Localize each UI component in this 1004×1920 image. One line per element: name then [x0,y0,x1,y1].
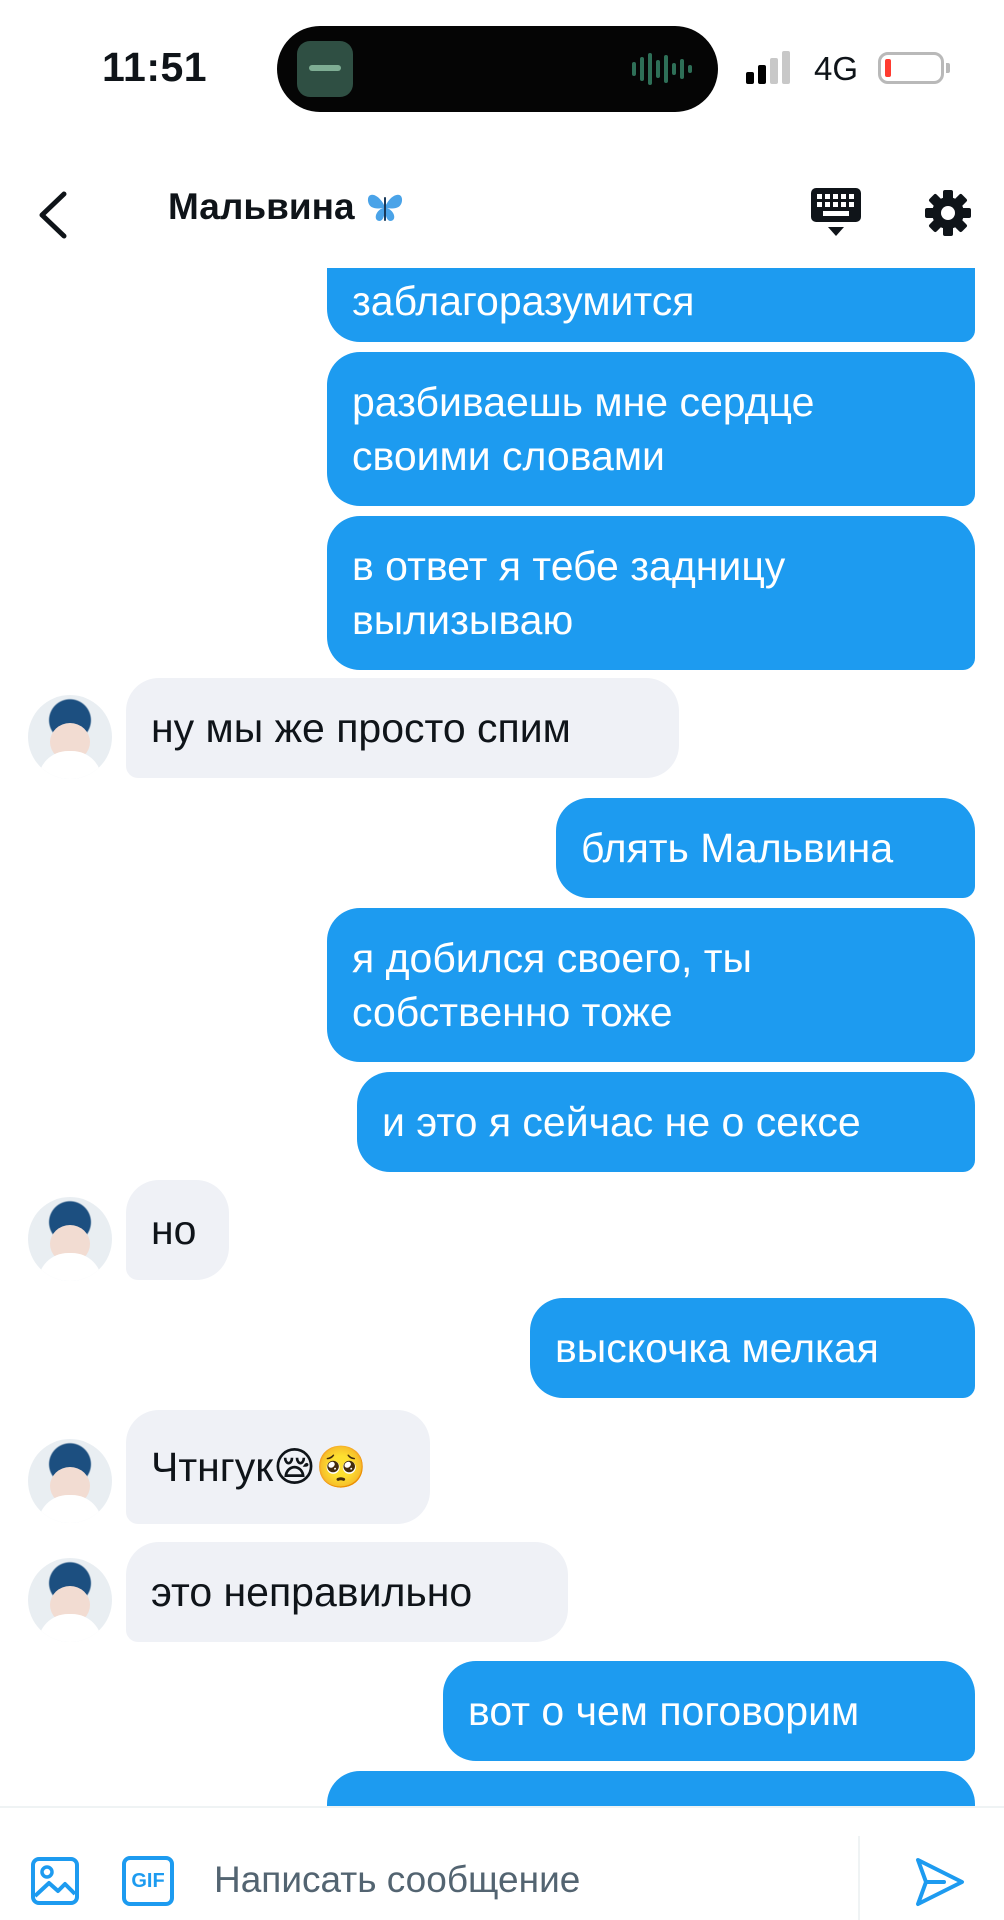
message-text: вот о чем поговорим [468,1688,860,1734]
image-icon [31,1857,79,1905]
avatar[interactable] [28,1439,112,1523]
send-button[interactable] [912,1854,968,1910]
composer-divider [858,1836,860,1920]
back-button[interactable] [30,180,80,250]
message-bubble-outgoing-partial[interactable] [327,1771,975,1808]
message-bubble-outgoing[interactable]: выскочка мелкая [530,1298,975,1398]
audio-wave-icon [632,53,692,85]
message-text: я добился своего, ты собственно тоже [352,935,753,1035]
message-text: в ответ я тебе задницу вылизываю [352,543,786,643]
message-bubble-incoming[interactable]: но [126,1180,229,1280]
message-text: ну мы же просто спим [151,705,571,751]
message-text: заблагоразумится [352,278,695,324]
status-time: 11:51 [102,44,208,90]
message-input[interactable] [214,1848,854,1912]
keyboard-button[interactable] [808,180,864,246]
message-text: но [151,1207,197,1253]
add-gif-button[interactable]: GIF [122,1856,174,1906]
message-text: выскочка мелкая [555,1325,879,1371]
avatar[interactable] [28,1197,112,1281]
gif-label: GIF [131,1869,165,1892]
app-activity-icon [297,41,353,97]
cellular-signal-icon [746,50,790,84]
status-bar: 11:51 4G [0,0,1004,135]
message-text: блять Мальвина [581,825,894,871]
dynamic-island [277,26,718,112]
conversation-header: Мальвина [0,160,1004,270]
message-composer: GIF [0,1806,1004,1920]
message-bubble-outgoing[interactable]: я добился своего, ты собственно тоже [327,908,975,1062]
message-bubble-incoming[interactable]: ну мы же просто спим [126,678,679,778]
message-bubble-incoming[interactable]: это неправильно [126,1542,568,1642]
keyboard-icon [811,188,861,236]
message-bubble-outgoing[interactable]: блять Мальвина [556,798,975,898]
settings-button[interactable] [922,180,974,246]
message-bubble-outgoing[interactable]: в ответ я тебе задницу вылизываю [327,516,975,670]
add-image-button[interactable] [30,1856,80,1906]
message-text: разбиваешь мне сердце своими словами [352,379,815,479]
send-icon [916,1858,964,1906]
message-bubble-outgoing[interactable]: разбиваешь мне сердце своими словами [327,352,975,506]
contact-name: Мальвина [168,186,355,227]
butterfly-icon [367,194,402,221]
battery-icon [878,52,950,84]
message-text: это неправильно [151,1569,473,1615]
message-text: и это я сейчас не о сексе [382,1099,861,1145]
chevron-left-icon [39,191,67,239]
gear-icon [925,190,971,236]
network-type: 4G [814,50,859,87]
avatar[interactable] [28,695,112,779]
message-bubble-outgoing[interactable]: вот о чем поговорим [443,1661,975,1761]
message-list: заблагоразумится разбиваешь мне сердце с… [0,268,1004,1808]
message-bubble-outgoing[interactable]: заблагоразумится [327,268,975,342]
message-bubble-outgoing[interactable]: и это я сейчас не о сексе [357,1072,975,1172]
conversation-title[interactable]: Мальвина [168,186,405,228]
message-bubble-incoming[interactable]: Чтнгук😪🥺 [126,1410,430,1524]
message-text: Чтнгук😪🥺 [151,1444,367,1490]
avatar[interactable] [28,1558,112,1642]
